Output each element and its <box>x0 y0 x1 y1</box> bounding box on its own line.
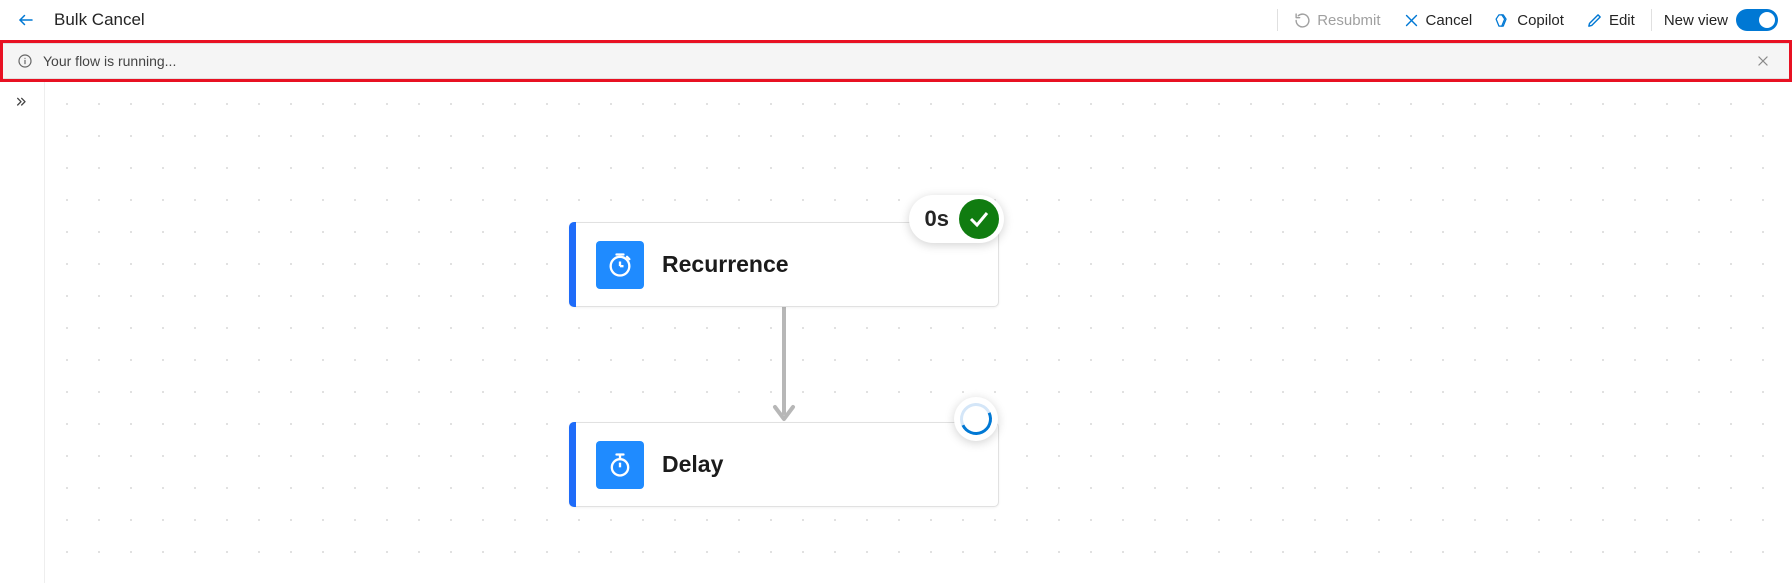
notification-highlight: Your flow is running... <box>0 40 1792 82</box>
flow-canvas[interactable]: Recurrence 0s Delay <box>44 82 1792 583</box>
notification-close-button[interactable] <box>1751 49 1775 73</box>
view-toggle-wrap: New view <box>1658 9 1782 31</box>
copilot-button[interactable]: Copilot <box>1484 4 1574 36</box>
top-toolbar: Bulk Cancel Resubmit Cancel Copilot <box>0 0 1792 40</box>
flow-node-delay[interactable]: Delay <box>569 422 999 507</box>
toolbar-divider <box>1651 9 1652 31</box>
node-status-running <box>954 397 998 441</box>
flow-connector <box>772 307 796 427</box>
cancel-label: Cancel <box>1426 12 1473 29</box>
delay-icon <box>596 441 644 489</box>
node-duration: 0s <box>925 206 949 232</box>
flow-node-recurrence[interactable]: Recurrence 0s <box>569 222 999 307</box>
node-title: Delay <box>662 451 723 478</box>
expand-panel-button[interactable] <box>6 88 36 118</box>
edit-button[interactable]: Edit <box>1576 4 1645 36</box>
recurrence-icon <box>596 241 644 289</box>
toggle-label: New view <box>1664 12 1728 29</box>
resubmit-label: Resubmit <box>1317 12 1380 29</box>
resubmit-button: Resubmit <box>1284 4 1390 36</box>
info-icon <box>17 53 33 69</box>
canvas-wrap: Recurrence 0s Delay <box>0 82 1792 583</box>
notification-bar: Your flow is running... <box>3 43 1789 79</box>
back-button[interactable] <box>10 4 42 36</box>
node-title: Recurrence <box>662 251 789 278</box>
notification-message: Your flow is running... <box>43 53 176 69</box>
edit-label: Edit <box>1609 12 1635 29</box>
check-icon <box>959 199 999 239</box>
toolbar-actions: Resubmit Cancel Copilot Edit New view <box>1273 4 1782 36</box>
cancel-button[interactable]: Cancel <box>1393 4 1483 36</box>
spinner-icon <box>955 398 996 439</box>
toolbar-divider <box>1277 9 1278 31</box>
copilot-label: Copilot <box>1517 12 1564 29</box>
page-title: Bulk Cancel <box>54 10 145 30</box>
node-status-success: 0s <box>909 195 1004 243</box>
new-view-toggle[interactable] <box>1736 9 1778 31</box>
